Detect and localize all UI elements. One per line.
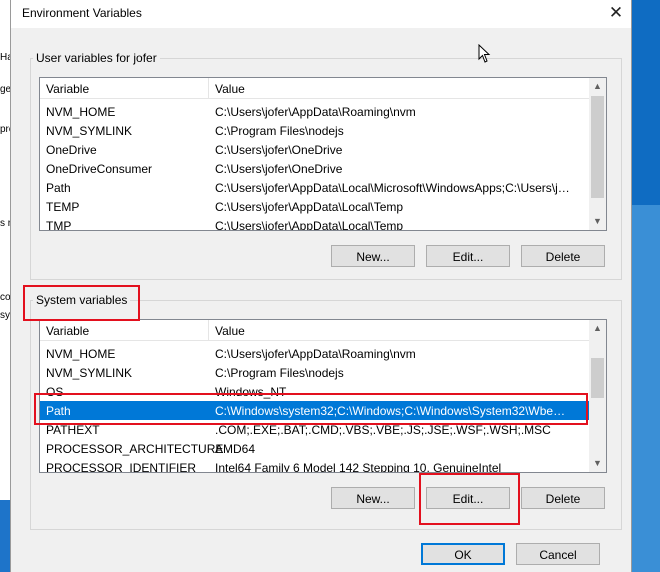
list-item[interactable]: NVM_SYMLINK C:\Program Files\nodejs bbox=[40, 121, 589, 140]
highlight-system-variables-label bbox=[23, 285, 140, 321]
variable-value: C:\Users\jofer\AppData\Local\Temp bbox=[215, 200, 404, 214]
vertical-scrollbar[interactable]: ▲ ▼ bbox=[589, 78, 606, 230]
cancel-button[interactable]: Cancel bbox=[516, 543, 600, 565]
vertical-scrollbar[interactable]: ▲ ▼ bbox=[589, 320, 606, 472]
highlight-path-row bbox=[34, 393, 588, 425]
user-new-button[interactable]: New... bbox=[331, 245, 415, 267]
list-item[interactable]: NVM_HOME C:\Users\jofer\AppData\Roaming\n… bbox=[40, 102, 589, 121]
variable-name: NVM_SYMLINK bbox=[46, 366, 133, 380]
list-item[interactable]: TMP C:\Users\jofer\AppData\Local\Temp bbox=[40, 216, 589, 231]
scroll-down-icon[interactable]: ▼ bbox=[589, 455, 606, 472]
scroll-up-icon[interactable]: ▲ bbox=[589, 78, 606, 95]
list-item[interactable]: PROCESSOR_IDENTIFIER Intel64 Family 6 Mod… bbox=[40, 458, 589, 473]
variable-value: C:\Users\jofer\AppData\Roaming\nvm bbox=[215, 347, 416, 361]
variable-name: OneDriveConsumer bbox=[46, 162, 153, 176]
variable-value: C:\Program Files\nodejs bbox=[215, 366, 344, 380]
desktop-band bbox=[628, 205, 660, 572]
scroll-down-icon[interactable]: ▼ bbox=[589, 213, 606, 230]
variable-name: PROCESSOR_ARCHITECTURE bbox=[46, 442, 224, 456]
list-item[interactable]: PROCESSOR_ARCHITECTURE AMD64 bbox=[40, 439, 589, 458]
dialog-title: Environment Variables bbox=[22, 6, 142, 20]
scroll-up-icon[interactable]: ▲ bbox=[589, 320, 606, 337]
mouse-cursor-icon bbox=[478, 44, 491, 63]
variable-value: C:\Users\jofer\OneDrive bbox=[215, 162, 343, 176]
variable-name: NVM_HOME bbox=[46, 105, 116, 119]
variable-name: TEMP bbox=[46, 200, 80, 214]
variable-name: PATHEXT bbox=[46, 423, 100, 437]
title-bar: Environment Variables ✕ bbox=[11, 0, 631, 28]
variable-value: .COM;.EXE;.BAT;.CMD;.VBS;.VBE;.JS;.JSE;.… bbox=[215, 423, 551, 437]
highlight-edit-button bbox=[419, 473, 520, 525]
list-header: Variable Value bbox=[40, 78, 589, 99]
column-header-variable[interactable]: Variable bbox=[46, 324, 89, 338]
scrollbar-thumb[interactable] bbox=[591, 358, 604, 398]
variable-name: NVM_SYMLINK bbox=[46, 124, 133, 138]
variable-value: C:\Users\jofer\AppData\Local\Microsoft\W… bbox=[215, 181, 570, 195]
variable-name: NVM_HOME bbox=[46, 347, 116, 361]
variable-value: Intel64 Family 6 Model 142 Stepping 10, … bbox=[215, 461, 502, 473]
environment-variables-dialog: Environment Variables ✕ User variables f… bbox=[10, 0, 632, 572]
variable-value: C:\Users\jofer\AppData\Local\Temp bbox=[215, 219, 404, 231]
system-new-button[interactable]: New... bbox=[331, 487, 415, 509]
variable-name: OneDrive bbox=[46, 143, 97, 157]
variable-value: C:\Users\jofer\OneDrive bbox=[215, 143, 343, 157]
user-delete-button[interactable]: Delete bbox=[521, 245, 605, 267]
variable-name: PROCESSOR_IDENTIFIER bbox=[46, 461, 197, 473]
list-header: Variable Value bbox=[40, 320, 589, 341]
desktop-background-right bbox=[628, 0, 660, 572]
close-icon[interactable]: ✕ bbox=[601, 0, 631, 28]
column-header-value[interactable]: Value bbox=[215, 324, 245, 338]
column-header-value[interactable]: Value bbox=[215, 82, 245, 96]
column-separator bbox=[208, 320, 209, 340]
user-variables-list[interactable]: Variable Value NVM_HOME C:\Users\jofer\Ap… bbox=[39, 77, 607, 231]
ok-button[interactable]: OK bbox=[421, 543, 505, 565]
list-item[interactable]: NVM_HOME C:\Users\jofer\AppData\Roaming\n… bbox=[40, 344, 589, 363]
column-separator bbox=[208, 78, 209, 98]
list-item[interactable]: NVM_SYMLINK C:\Program Files\nodejs bbox=[40, 363, 589, 382]
list-item[interactable]: OneDrive C:\Users\jofer\OneDrive bbox=[40, 140, 589, 159]
variable-name: Path bbox=[46, 181, 71, 195]
user-edit-button[interactable]: Edit... bbox=[426, 245, 510, 267]
list-item[interactable]: TEMP C:\Users\jofer\AppData\Local\Temp bbox=[40, 197, 589, 216]
list-item[interactable]: Path C:\Users\jofer\AppData\Local\Microso… bbox=[40, 178, 589, 197]
scrollbar-thumb[interactable] bbox=[591, 96, 604, 198]
variable-name: TMP bbox=[46, 219, 72, 231]
list-item[interactable]: OneDriveConsumer C:\Users\jofer\OneDrive bbox=[40, 159, 589, 178]
system-delete-button[interactable]: Delete bbox=[521, 487, 605, 509]
user-variables-label: User variables for jofer bbox=[33, 51, 160, 65]
variable-value: AMD64 bbox=[215, 442, 256, 456]
variable-value: C:\Users\jofer\AppData\Roaming\nvm bbox=[215, 105, 416, 119]
column-header-variable[interactable]: Variable bbox=[46, 82, 89, 96]
variable-value: C:\Program Files\nodejs bbox=[215, 124, 344, 138]
